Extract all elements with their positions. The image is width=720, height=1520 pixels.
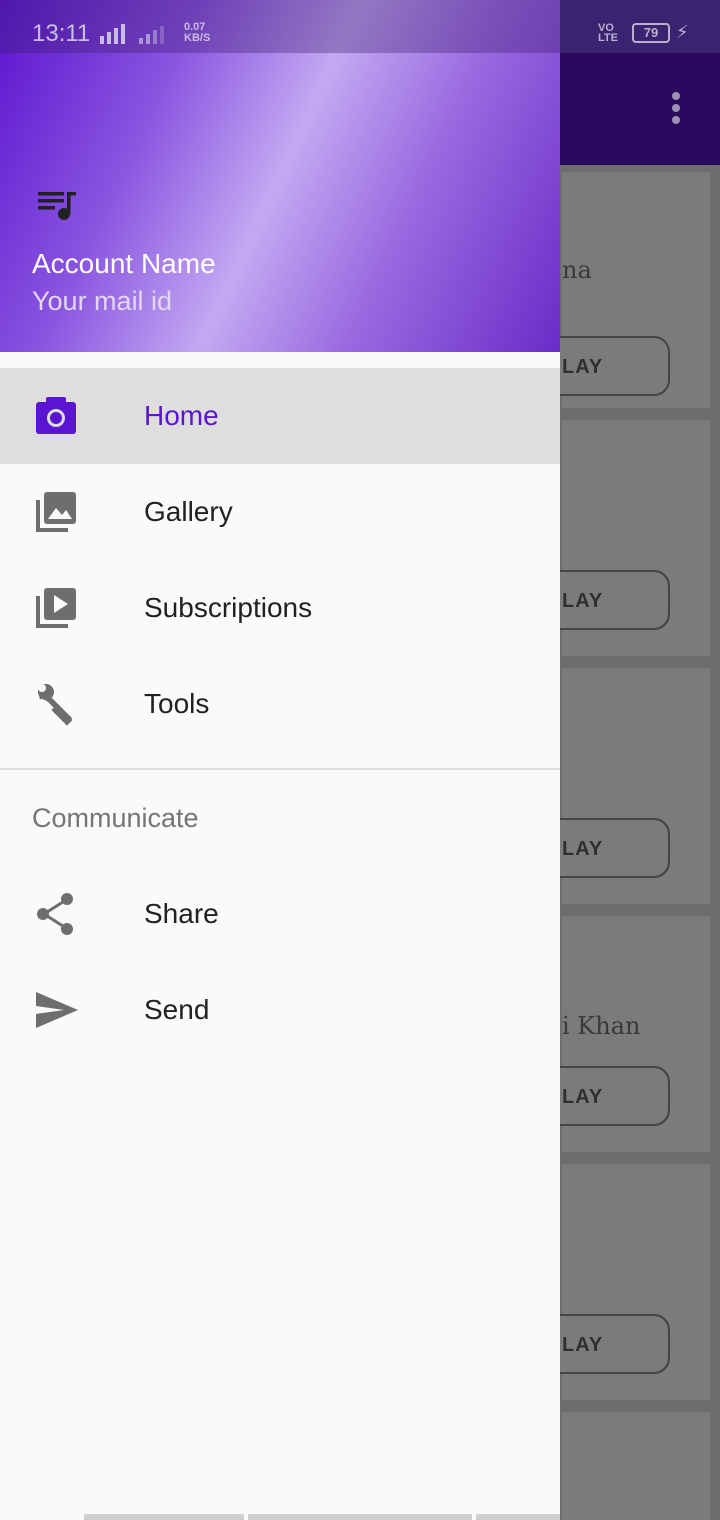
play-button[interactable]: LAY: [542, 818, 670, 878]
play-button[interactable]: LAY: [542, 336, 670, 396]
song-card[interactable]: [562, 1412, 710, 1520]
drawer-item-label: Home: [144, 400, 219, 431]
drawer-item-home[interactable]: Home: [0, 368, 560, 464]
status-bar: 13:11 0.07 KB/S: [0, 0, 560, 53]
drawer-item-label: Send: [144, 994, 210, 1025]
song-card[interactable]: na LAY: [542, 172, 710, 408]
section-header-communicate: Communicate: [32, 803, 199, 833]
photo-library-icon: [36, 492, 76, 532]
network-speed: 0.07 KB/S: [184, 21, 211, 44]
account-email: Your mail id: [32, 286, 173, 316]
play-button[interactable]: LAY: [542, 570, 670, 630]
song-card[interactable]: LAY: [542, 668, 710, 904]
camera-icon: [36, 397, 76, 434]
drawer-header: 13:11 0.07 KB/S Account Name Your mail i…: [0, 0, 560, 352]
status-time: 13:11: [32, 20, 91, 47]
song-card[interactable]: LAY: [542, 1164, 710, 1400]
battery-icon: 79: [632, 22, 670, 43]
drawer-item-share[interactable]: Share: [0, 866, 560, 962]
drawer-item-label: Share: [144, 898, 219, 929]
menu-divider: [0, 768, 560, 770]
bottom-edge-indicator: [84, 1514, 560, 1520]
play-button[interactable]: LAY: [542, 1066, 670, 1126]
wrench-icon: [38, 684, 73, 726]
drawer-item-send[interactable]: Send: [0, 962, 560, 1058]
drawer-item-gallery[interactable]: Gallery: [0, 464, 560, 560]
song-card[interactable]: LAY: [542, 420, 710, 656]
video-library-icon: [36, 588, 76, 628]
drawer-item-label: Subscriptions: [144, 592, 313, 623]
status-icons: VO LTE 79 ⚡: [598, 22, 689, 43]
send-icon: [36, 992, 78, 1028]
queue-music-icon: [38, 192, 76, 220]
overflow-menu-icon[interactable]: [670, 92, 682, 128]
volte-indicator: VO LTE: [598, 21, 618, 44]
play-button[interactable]: LAY: [542, 1314, 670, 1374]
charging-icon: ⚡: [676, 22, 689, 42]
drawer-item-label: Gallery: [144, 496, 233, 527]
share-icon: [37, 893, 73, 935]
signal-strength-icon: [100, 22, 164, 44]
drawer-item-subscriptions[interactable]: Subscriptions: [0, 560, 560, 656]
drawer-item-label: Tools: [144, 688, 210, 719]
drawer-item-tools[interactable]: Tools: [0, 656, 560, 752]
navigation-drawer: 13:11 0.07 KB/S Account Name Your mail i…: [0, 0, 560, 1520]
account-name: Account Name: [32, 248, 216, 279]
song-card[interactable]: i Khan LAY: [542, 916, 710, 1152]
